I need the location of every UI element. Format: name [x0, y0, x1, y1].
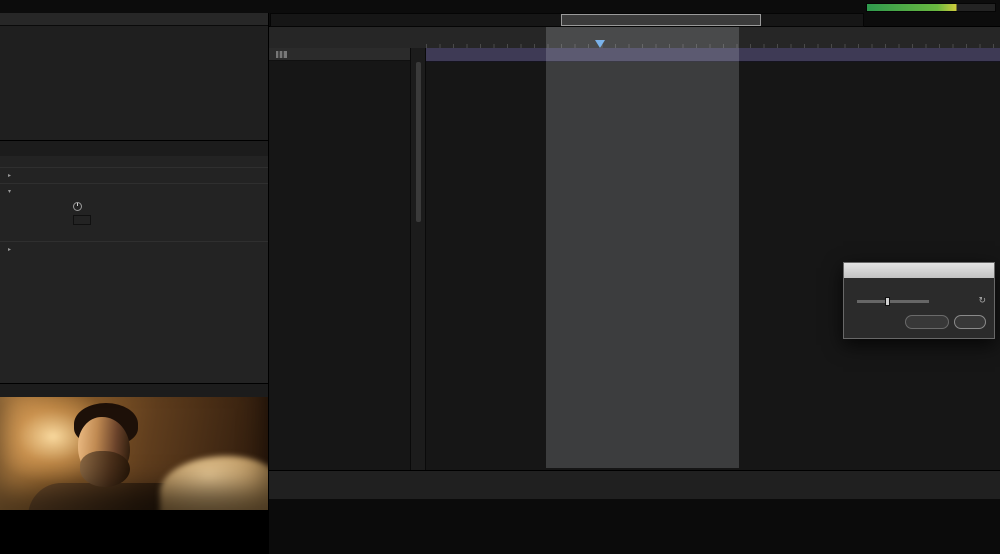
navigator-viewbox[interactable]	[561, 14, 761, 26]
hue-slider-handle[interactable]	[885, 297, 890, 306]
hue-row: ↻	[852, 296, 986, 306]
clip-color-swatch[interactable]	[73, 215, 91, 225]
video-track-lane[interactable]	[426, 48, 1000, 62]
clip-color-row	[0, 213, 268, 227]
video-track-header[interactable]	[268, 48, 410, 61]
properties-header	[0, 156, 268, 167]
audition-app: ▸ ▾ ▸	[0, 0, 1000, 554]
files-column-header	[0, 13, 268, 26]
section-info[interactable]: ▸	[0, 167, 268, 183]
playhead-head[interactable]	[595, 40, 605, 48]
properties-panel: ▸ ▾ ▸	[0, 156, 268, 383]
transport-bar	[268, 470, 1000, 499]
track-color-dialog: ↻	[843, 262, 995, 339]
chevron-right-icon: ▸	[8, 246, 15, 253]
bottom-strip	[268, 498, 1000, 554]
cancel-button[interactable]	[905, 315, 949, 329]
vignette	[0, 397, 268, 510]
filmstrip-icon	[276, 51, 287, 58]
track-scrollbar-gutter	[410, 48, 426, 470]
toolbar-ruler-band	[268, 26, 1000, 49]
clip-gain-knob[interactable]	[73, 202, 82, 211]
chevron-down-icon: ▾	[8, 188, 15, 195]
playhead-line	[600, 26, 601, 468]
level-meter	[866, 3, 996, 12]
hue-reset-icon[interactable]: ↻	[978, 296, 986, 306]
left-panel: ▸ ▾ ▸	[0, 13, 269, 554]
scrollbar-thumb[interactable]	[416, 62, 421, 222]
chevron-right-icon: ▸	[8, 172, 15, 179]
video-panel	[0, 397, 268, 554]
section-stretch[interactable]: ▸	[0, 241, 268, 257]
timeline-ruler[interactable]	[426, 26, 1000, 48]
dialog-title[interactable]	[844, 263, 994, 278]
ok-button[interactable]	[954, 315, 986, 329]
hue-slider[interactable]	[857, 300, 929, 303]
timeline-navigator[interactable]	[270, 13, 864, 27]
video-preview	[0, 397, 268, 510]
clip-gain-row	[0, 199, 268, 213]
time-selection-overlay	[546, 26, 739, 468]
section-basic-settings[interactable]: ▾	[0, 183, 268, 199]
